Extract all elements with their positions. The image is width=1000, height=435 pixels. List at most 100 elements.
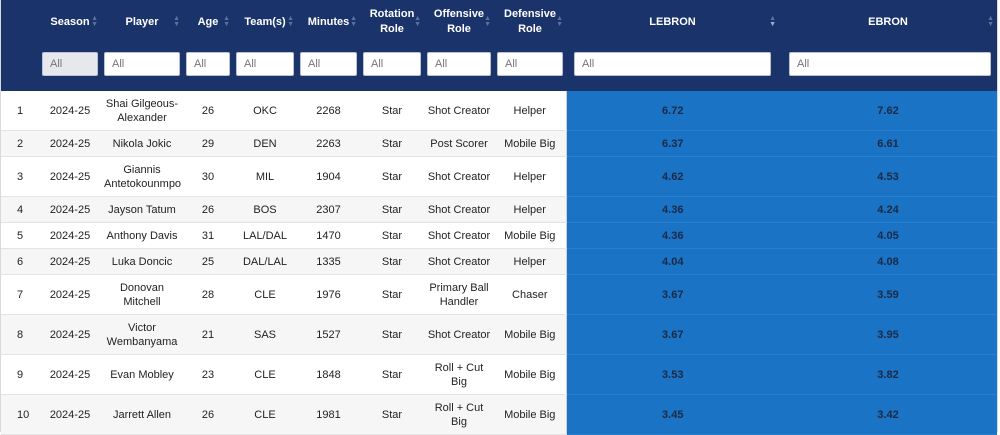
filter-lebron-input[interactable]	[574, 51, 771, 76]
sort-arrows-icon[interactable]: ▲ ▼	[287, 15, 294, 28]
filter-age-input[interactable]	[186, 51, 230, 76]
offensive-role-cell: Shot Creator	[424, 314, 494, 355]
lebron-cell: 4.04	[565, 248, 779, 275]
header-defensive-role[interactable]: Defensive Role ▲ ▼	[494, 0, 566, 44]
header-ebron[interactable]: EBRON ▲ ▼	[779, 0, 997, 44]
table-row: 4 2024-25 Jayson Tatum 26 BOS 2307 Star Shot Cr…	[1, 196, 997, 223]
defensive-role-cell: Helper	[494, 156, 566, 197]
row-index: 4	[1, 196, 39, 223]
player-name-line2: Wembanyama	[106, 335, 178, 348]
minutes-cell: 1470	[297, 222, 360, 249]
table-row: 8 2024-25 Victor Wembanyama 21 SAS 1527 Star Sho…	[1, 314, 997, 355]
teams-cell: CLE	[233, 274, 297, 315]
row-index: 3	[1, 156, 39, 197]
offensive-role-cell: Shot Creator	[424, 248, 494, 275]
sort-descending-icon[interactable]: ▲ ▼	[769, 15, 776, 28]
sort-arrows-icon[interactable]: ▲ ▼	[556, 15, 563, 28]
header-defensive-role-line2: Role	[518, 23, 542, 35]
filter-offensive-role-input[interactable]	[427, 51, 491, 76]
sort-arrows-icon[interactable]: ▲ ▼	[223, 15, 230, 28]
header-offensive-role-line2: Role	[447, 23, 471, 35]
rotation-role-cell: Star	[360, 222, 424, 249]
minutes-cell: 1904	[297, 156, 360, 197]
offensive-role-line2: Handler	[439, 295, 479, 308]
offensive-role-line1: Shot Creator	[427, 104, 491, 117]
season-cell: 2024-25	[39, 130, 101, 157]
header-age[interactable]: Age ▲ ▼	[183, 0, 233, 44]
teams-cell: LAL/DAL	[233, 222, 297, 249]
ebron-cell: 4.24	[779, 196, 997, 223]
header-offensive-role-line1: Offensive	[433, 8, 485, 20]
player-cell: Donovan Mitchell	[101, 274, 183, 315]
offensive-role-line2: Big	[451, 415, 467, 428]
header-lebron[interactable]: LEBRON ▲ ▼	[566, 0, 779, 44]
sort-arrows-icon[interactable]: ▲ ▼	[173, 15, 180, 28]
table-row: 2 2024-25 Nikola Jokic 29 DEN 2263 Star Post Sc…	[1, 130, 997, 157]
header-minutes[interactable]: Minutes ▲ ▼	[297, 0, 360, 44]
table-row: 3 2024-25 Giannis Antetokounmpo 30 MIL 1904 Sta…	[1, 156, 997, 197]
filter-season-input[interactable]	[42, 51, 98, 76]
filter-teams-input[interactable]	[236, 51, 294, 76]
defensive-role-cell: Helper	[494, 91, 566, 131]
header-teams[interactable]: Team(s) ▲ ▼	[233, 0, 297, 44]
rotation-role-cell: Star	[360, 130, 424, 157]
season-cell: 2024-25	[39, 196, 101, 223]
header-season[interactable]: Season ▲ ▼	[39, 0, 101, 44]
filter-defensive-role-input[interactable]	[497, 51, 563, 76]
teams-cell: BOS	[233, 196, 297, 223]
row-index: 6	[1, 248, 39, 275]
header-row: Season ▲ ▼ Player ▲ ▼ Age ▲ ▼ Team(s) ▲ ▼ Minute…	[1, 0, 997, 44]
ebron-cell: 3.42	[779, 394, 997, 435]
season-cell: 2024-25	[39, 314, 101, 355]
offensive-role-line1: Post Scorer	[430, 137, 488, 150]
sort-arrows-icon[interactable]: ▲ ▼	[414, 15, 421, 28]
filter-rotation-role-input[interactable]	[363, 51, 421, 76]
filter-minutes-input[interactable]	[300, 51, 357, 76]
table-body: 1 2024-25 Shai Gilgeous- Alexander 26 OKC 2268…	[1, 91, 997, 435]
minutes-cell: 1335	[297, 248, 360, 275]
rotation-role-cell: Star	[360, 314, 424, 355]
filter-season-cell	[39, 44, 101, 91]
sort-arrows-icon[interactable]: ▲ ▼	[987, 15, 994, 28]
filter-ebron-cell	[779, 44, 997, 91]
defensive-role-cell: Mobile Big	[494, 130, 566, 157]
filter-player-input[interactable]	[104, 51, 180, 76]
header-player[interactable]: Player ▲ ▼	[101, 0, 183, 44]
filter-ebron-input[interactable]	[789, 51, 991, 76]
teams-cell: SAS	[233, 314, 297, 355]
defensive-role-cell: Helper	[494, 196, 566, 223]
rotation-role-cell: Star	[360, 394, 424, 435]
lebron-cell: 3.45	[565, 394, 779, 435]
offensive-role-line1: Shot Creator	[427, 170, 491, 183]
sort-arrows-icon[interactable]: ▲ ▼	[91, 15, 98, 28]
header-player-label: Player	[125, 15, 159, 28]
sort-arrows-icon[interactable]: ▲ ▼	[484, 15, 491, 28]
player-name-line2: Alexander	[117, 111, 167, 124]
ebron-cell: 4.53	[779, 156, 997, 197]
season-cell: 2024-25	[39, 156, 101, 197]
teams-cell: CLE	[233, 354, 297, 395]
header-teams-label: Team(s)	[244, 15, 286, 28]
rotation-role-cell: Star	[360, 354, 424, 395]
ebron-cell: 3.59	[779, 274, 997, 315]
player-cell: Evan Mobley	[101, 354, 183, 395]
rotation-role-cell: Star	[360, 91, 424, 131]
sort-arrows-icon[interactable]: ▲ ▼	[350, 15, 357, 28]
header-rotation-role-line2: Role	[380, 23, 404, 35]
offensive-role-line1: Shot Creator	[427, 328, 491, 341]
offensive-role-cell: Shot Creator	[424, 196, 494, 223]
player-name-line1: Luka Doncic	[111, 255, 173, 268]
offensive-role-cell: Roll + Cut Big	[424, 394, 494, 435]
header-offensive-role[interactable]: Offensive Role ▲ ▼	[424, 0, 494, 44]
season-cell: 2024-25	[39, 394, 101, 435]
minutes-cell: 2263	[297, 130, 360, 157]
ebron-cell: 4.05	[779, 222, 997, 249]
offensive-role-line1: Roll + Cut	[434, 401, 484, 414]
player-name-line2: Antetokounmpo	[104, 177, 182, 190]
lebron-cell: 4.36	[565, 196, 779, 223]
row-index: 8	[1, 314, 39, 355]
season-cell: 2024-25	[39, 248, 101, 275]
header-rotation-role[interactable]: Rotation Role ▲ ▼	[360, 0, 424, 44]
player-cell: Anthony Davis	[101, 222, 183, 249]
teams-cell: MIL	[233, 156, 297, 197]
